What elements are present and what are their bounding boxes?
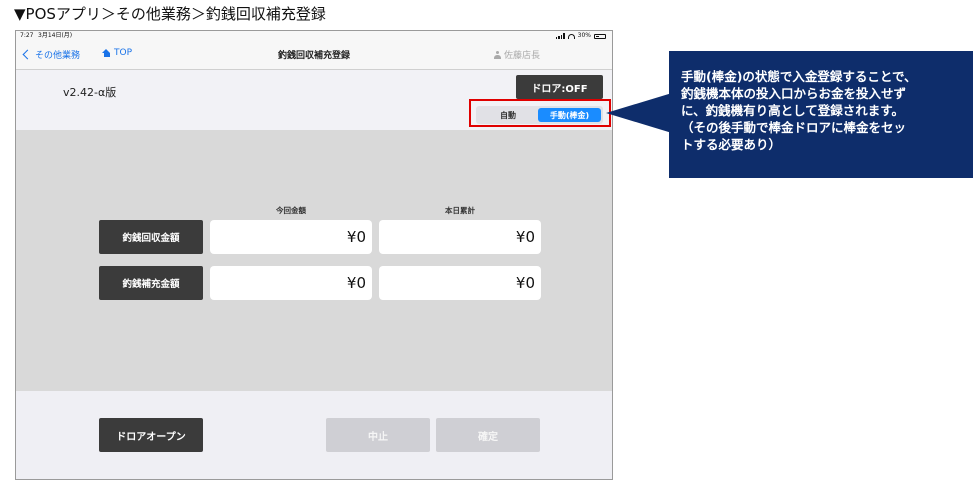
- callout-line: 手動(棒金)の状態で入金登録することで、: [681, 69, 917, 84]
- replenish-total-value: ¥0: [379, 266, 541, 300]
- back-label: その他業務: [35, 51, 81, 61]
- collection-amount-button[interactable]: 釣銭回収金額: [99, 220, 203, 254]
- status-date: 3月14日(月): [38, 32, 73, 39]
- home-icon: [102, 49, 111, 57]
- back-button[interactable]: その他業務: [22, 48, 81, 61]
- callout-pointer: [606, 93, 672, 133]
- callout-line: トする必要あり）: [681, 137, 782, 152]
- doc-title: ▼POSアプリ＞その他業務＞釣銭回収補充登録: [14, 5, 326, 23]
- status-indicators: 30%: [555, 31, 606, 41]
- replenish-current-value: ¥0: [210, 266, 372, 300]
- top-label: TOP: [114, 48, 133, 58]
- chevron-left-icon: [22, 49, 33, 60]
- battery-percent: 30%: [577, 32, 591, 39]
- cancel-button[interactable]: 中止: [326, 418, 430, 452]
- person-icon: [494, 50, 501, 59]
- collection-current-value: ¥0: [210, 220, 372, 254]
- signal-icon: [555, 33, 565, 39]
- callout-line: に、釣銭機有り高として登録されます。: [681, 103, 905, 118]
- replenish-amount-button[interactable]: 釣銭補充金額: [99, 266, 203, 300]
- drawer-status-button[interactable]: ドロア:OFF: [516, 75, 603, 99]
- user-indicator: 佐藤店長: [494, 48, 540, 61]
- wifi-icon: [567, 33, 575, 39]
- footer-actions: ドロアオープン 中止 確定: [16, 391, 612, 479]
- explanation-callout: 手動(棒金)の状態で入金登録することで、 釣銭機本体の投入口からお金を投入せず …: [669, 51, 973, 178]
- status-time: 7:27: [20, 32, 34, 39]
- battery-icon: [594, 33, 606, 39]
- mode-highlight-box: [469, 99, 611, 127]
- navigation-bar: その他業務 TOP 釣銭回収補充登録 佐藤店長: [16, 41, 612, 70]
- amount-panel: 今回金額 本日累計 釣銭回収金額 ¥0 ¥0 釣銭補充金額 ¥0 ¥0: [16, 130, 612, 391]
- pos-app-screen: 7:27 3月14日(月) 30% その他業務 TOP 釣銭回収補充登録 佐藤店…: [15, 30, 613, 480]
- confirm-button[interactable]: 確定: [436, 418, 540, 452]
- callout-line: 釣銭機本体の投入口からお金を投入せず: [681, 86, 907, 101]
- callout-line: （その後手動で棒金ドロアに棒金をセッ: [681, 120, 907, 135]
- version-label: v2.42-α版: [63, 86, 117, 99]
- collection-total-value: ¥0: [379, 220, 541, 254]
- drawer-open-button[interactable]: ドロアオープン: [99, 418, 203, 452]
- status-bar: 7:27 3月14日(月) 30%: [16, 31, 612, 41]
- column-header-total: 本日累計: [445, 206, 475, 215]
- column-header-current: 今回金額: [276, 206, 306, 215]
- user-name: 佐藤店長: [504, 51, 541, 61]
- top-button[interactable]: TOP: [102, 48, 132, 58]
